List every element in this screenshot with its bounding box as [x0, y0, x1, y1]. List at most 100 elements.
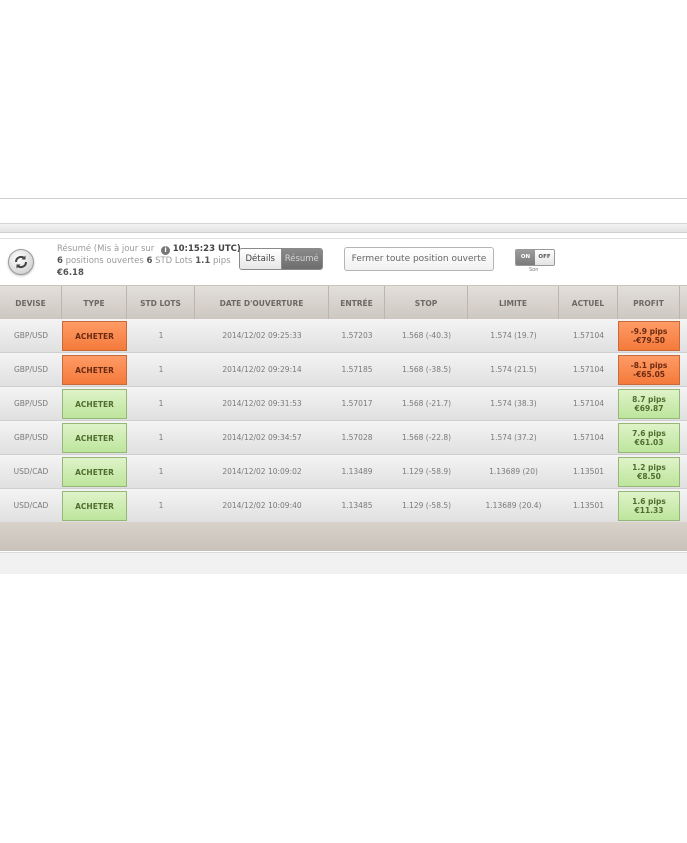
cell-entry: 1.57185 — [341, 365, 373, 374]
cell-date: 2014/12/02 09:34:57 — [222, 433, 302, 442]
pips-total: 1.1 — [195, 256, 211, 266]
summary-view-button[interactable]: Résumé — [281, 249, 322, 269]
cell-limit[interactable]: 1.574 (21.5) — [468, 353, 559, 386]
sound-toggle[interactable]: ON OFF — [515, 249, 555, 266]
profit-pips: 8.7 pips — [632, 395, 666, 404]
view-toggle: Détails Résumé — [239, 248, 323, 270]
cell-stop[interactable]: 1.129 (-58.5) — [385, 489, 468, 522]
open-positions-table: DEVISE TYPE STD LOTS DATE D'OUVERTURE EN… — [0, 285, 687, 523]
type-badge[interactable]: ACHETER — [62, 491, 127, 521]
cell-stop[interactable]: 1.568 (-38.5) — [385, 353, 468, 386]
table-header: DEVISE TYPE STD LOTS DATE D'OUVERTURE EN… — [0, 285, 687, 319]
cell-stop[interactable]: 1.568 (-40.3) — [385, 319, 468, 352]
cell-entry: 1.13485 — [341, 501, 373, 510]
pips-text: pips — [212, 256, 231, 266]
update-time: 10:15:23 UTC) — [172, 244, 241, 254]
cell-limit[interactable]: 1.574 (37.2) — [468, 421, 559, 454]
header-current[interactable]: ACTUEL — [559, 286, 618, 319]
cell-lots: 1 — [158, 501, 164, 510]
top-divider — [0, 198, 687, 199]
header-date[interactable]: DATE D'OUVERTURE — [195, 286, 329, 319]
cell-current: 1.57104 — [572, 399, 604, 408]
profit-pips: 1.6 pips — [632, 497, 666, 506]
header-type[interactable]: TYPE — [62, 286, 127, 319]
profit-pips: -9.9 pips — [630, 327, 668, 336]
cell-date: 2014/12/02 10:09:02 — [222, 467, 302, 476]
table-row[interactable]: USD/CAD ACHETER 1 2014/12/02 10:09:40 1.… — [0, 489, 687, 523]
table-row[interactable]: USD/CAD ACHETER 1 2014/12/02 10:09:02 1.… — [0, 455, 687, 489]
cell-pair: USD/CAD — [13, 501, 49, 510]
cell-pair: GBP/USD — [13, 331, 49, 340]
type-badge[interactable]: ACHETER — [62, 321, 127, 351]
cell-pair: GBP/USD — [13, 365, 49, 374]
cell-lots: 1 — [158, 331, 164, 340]
profit-eur: €61.03 — [634, 438, 664, 447]
cell-current: 1.57104 — [572, 331, 604, 340]
type-badge[interactable]: ACHETER — [62, 457, 127, 487]
close-all-positions-button[interactable]: Fermer toute position ouverte — [344, 247, 494, 271]
positions-count: 6 — [57, 256, 63, 266]
type-badge[interactable]: ACHETER — [62, 423, 127, 453]
cell-lots: 1 — [158, 365, 164, 374]
positions-toolbar: Résumé (Mis à jour sur i 10:15:23 UTC) 6… — [0, 238, 687, 285]
cell-limit[interactable]: 1.574 (19.7) — [468, 319, 559, 352]
profit-pips: 1.2 pips — [632, 463, 666, 472]
sound-on-option[interactable]: ON — [516, 250, 535, 265]
profit-pips: -8.1 pips — [630, 361, 668, 370]
table-row[interactable]: GBP/USD ACHETER 1 2014/12/02 09:29:14 1.… — [0, 353, 687, 387]
refresh-button[interactable] — [8, 249, 34, 275]
header-profit[interactable]: PROFIT — [618, 286, 680, 319]
profit-eur: €11.33 — [634, 506, 664, 515]
header-stop[interactable]: STOP — [385, 286, 468, 319]
cell-date: 2014/12/02 10:09:40 — [222, 501, 302, 510]
table-footer — [0, 522, 687, 551]
cell-entry: 1.13489 — [341, 467, 373, 476]
header-std-lots[interactable]: STD LOTS — [127, 286, 195, 319]
profit-eur: -€65.05 — [632, 370, 666, 379]
table-body: GBP/USD ACHETER 1 2014/12/02 09:25:33 1.… — [0, 319, 687, 523]
table-row[interactable]: GBP/USD ACHETER 1 2014/12/02 09:34:57 1.… — [0, 421, 687, 455]
profit-badge: -9.9 pips -€79.50 — [618, 321, 680, 351]
cell-pair: USD/CAD — [13, 467, 49, 476]
cell-date: 2014/12/02 09:25:33 — [222, 331, 302, 340]
details-view-button[interactable]: Détails — [240, 249, 282, 269]
refresh-icon — [14, 255, 28, 269]
profit-pips: 7.6 pips — [632, 429, 666, 438]
cell-date: 2014/12/02 09:29:14 — [222, 365, 302, 374]
sound-label: Son — [529, 267, 539, 273]
profit-badge: 1.6 pips €11.33 — [618, 491, 680, 521]
cell-stop[interactable]: 1.129 (-58.9) — [385, 455, 468, 488]
cell-stop[interactable]: 1.568 (-22.8) — [385, 421, 468, 454]
profit-eur: -€79.50 — [632, 336, 666, 345]
cell-lots: 1 — [158, 399, 164, 408]
total-profit: €6.18 — [57, 268, 84, 278]
summary-label: Résumé — [57, 244, 92, 254]
cell-lots: 1 — [158, 467, 164, 476]
profit-badge: -8.1 pips -€65.05 — [618, 355, 680, 385]
header-devise[interactable]: DEVISE — [0, 286, 62, 319]
positions-summary: Résumé (Mis à jour sur i 10:15:23 UTC) 6… — [57, 243, 241, 279]
header-entry[interactable]: ENTRÉE — [329, 286, 385, 319]
cell-lots: 1 — [158, 433, 164, 442]
type-badge[interactable]: ACHETER — [62, 389, 127, 419]
sound-off-option[interactable]: OFF — [535, 250, 554, 265]
cell-current: 1.13501 — [572, 467, 604, 476]
table-row[interactable]: GBP/USD ACHETER 1 2014/12/02 09:31:53 1.… — [0, 387, 687, 421]
cell-stop[interactable]: 1.568 (-21.7) — [385, 387, 468, 420]
profit-badge: 7.6 pips €61.03 — [618, 423, 680, 453]
header-limit[interactable]: LIMITE — [468, 286, 559, 319]
type-badge[interactable]: ACHETER — [62, 355, 127, 385]
cell-entry: 1.57028 — [341, 433, 373, 442]
updated-prefix: (Mis à jour sur — [93, 244, 155, 254]
cell-date: 2014/12/02 09:31:53 — [222, 399, 302, 408]
std-count: 6 — [146, 256, 153, 266]
table-row[interactable]: GBP/USD ACHETER 1 2014/12/02 09:25:33 1.… — [0, 319, 687, 353]
cell-limit[interactable]: 1.574 (38.3) — [468, 387, 559, 420]
cell-limit[interactable]: 1.13689 (20.4) — [468, 489, 559, 522]
panel-top-band — [0, 223, 687, 233]
cell-entry: 1.57017 — [341, 399, 373, 408]
info-icon: i — [161, 246, 171, 255]
cell-pair: GBP/USD — [13, 433, 49, 442]
cell-current: 1.13501 — [572, 501, 604, 510]
cell-limit[interactable]: 1.13689 (20) — [468, 455, 559, 488]
